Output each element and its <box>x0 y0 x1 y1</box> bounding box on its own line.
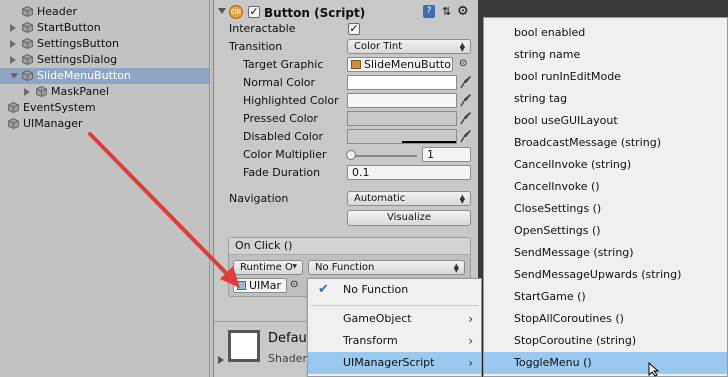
annotation-arrow <box>88 132 240 288</box>
mouse-cursor-icon <box>648 362 660 377</box>
